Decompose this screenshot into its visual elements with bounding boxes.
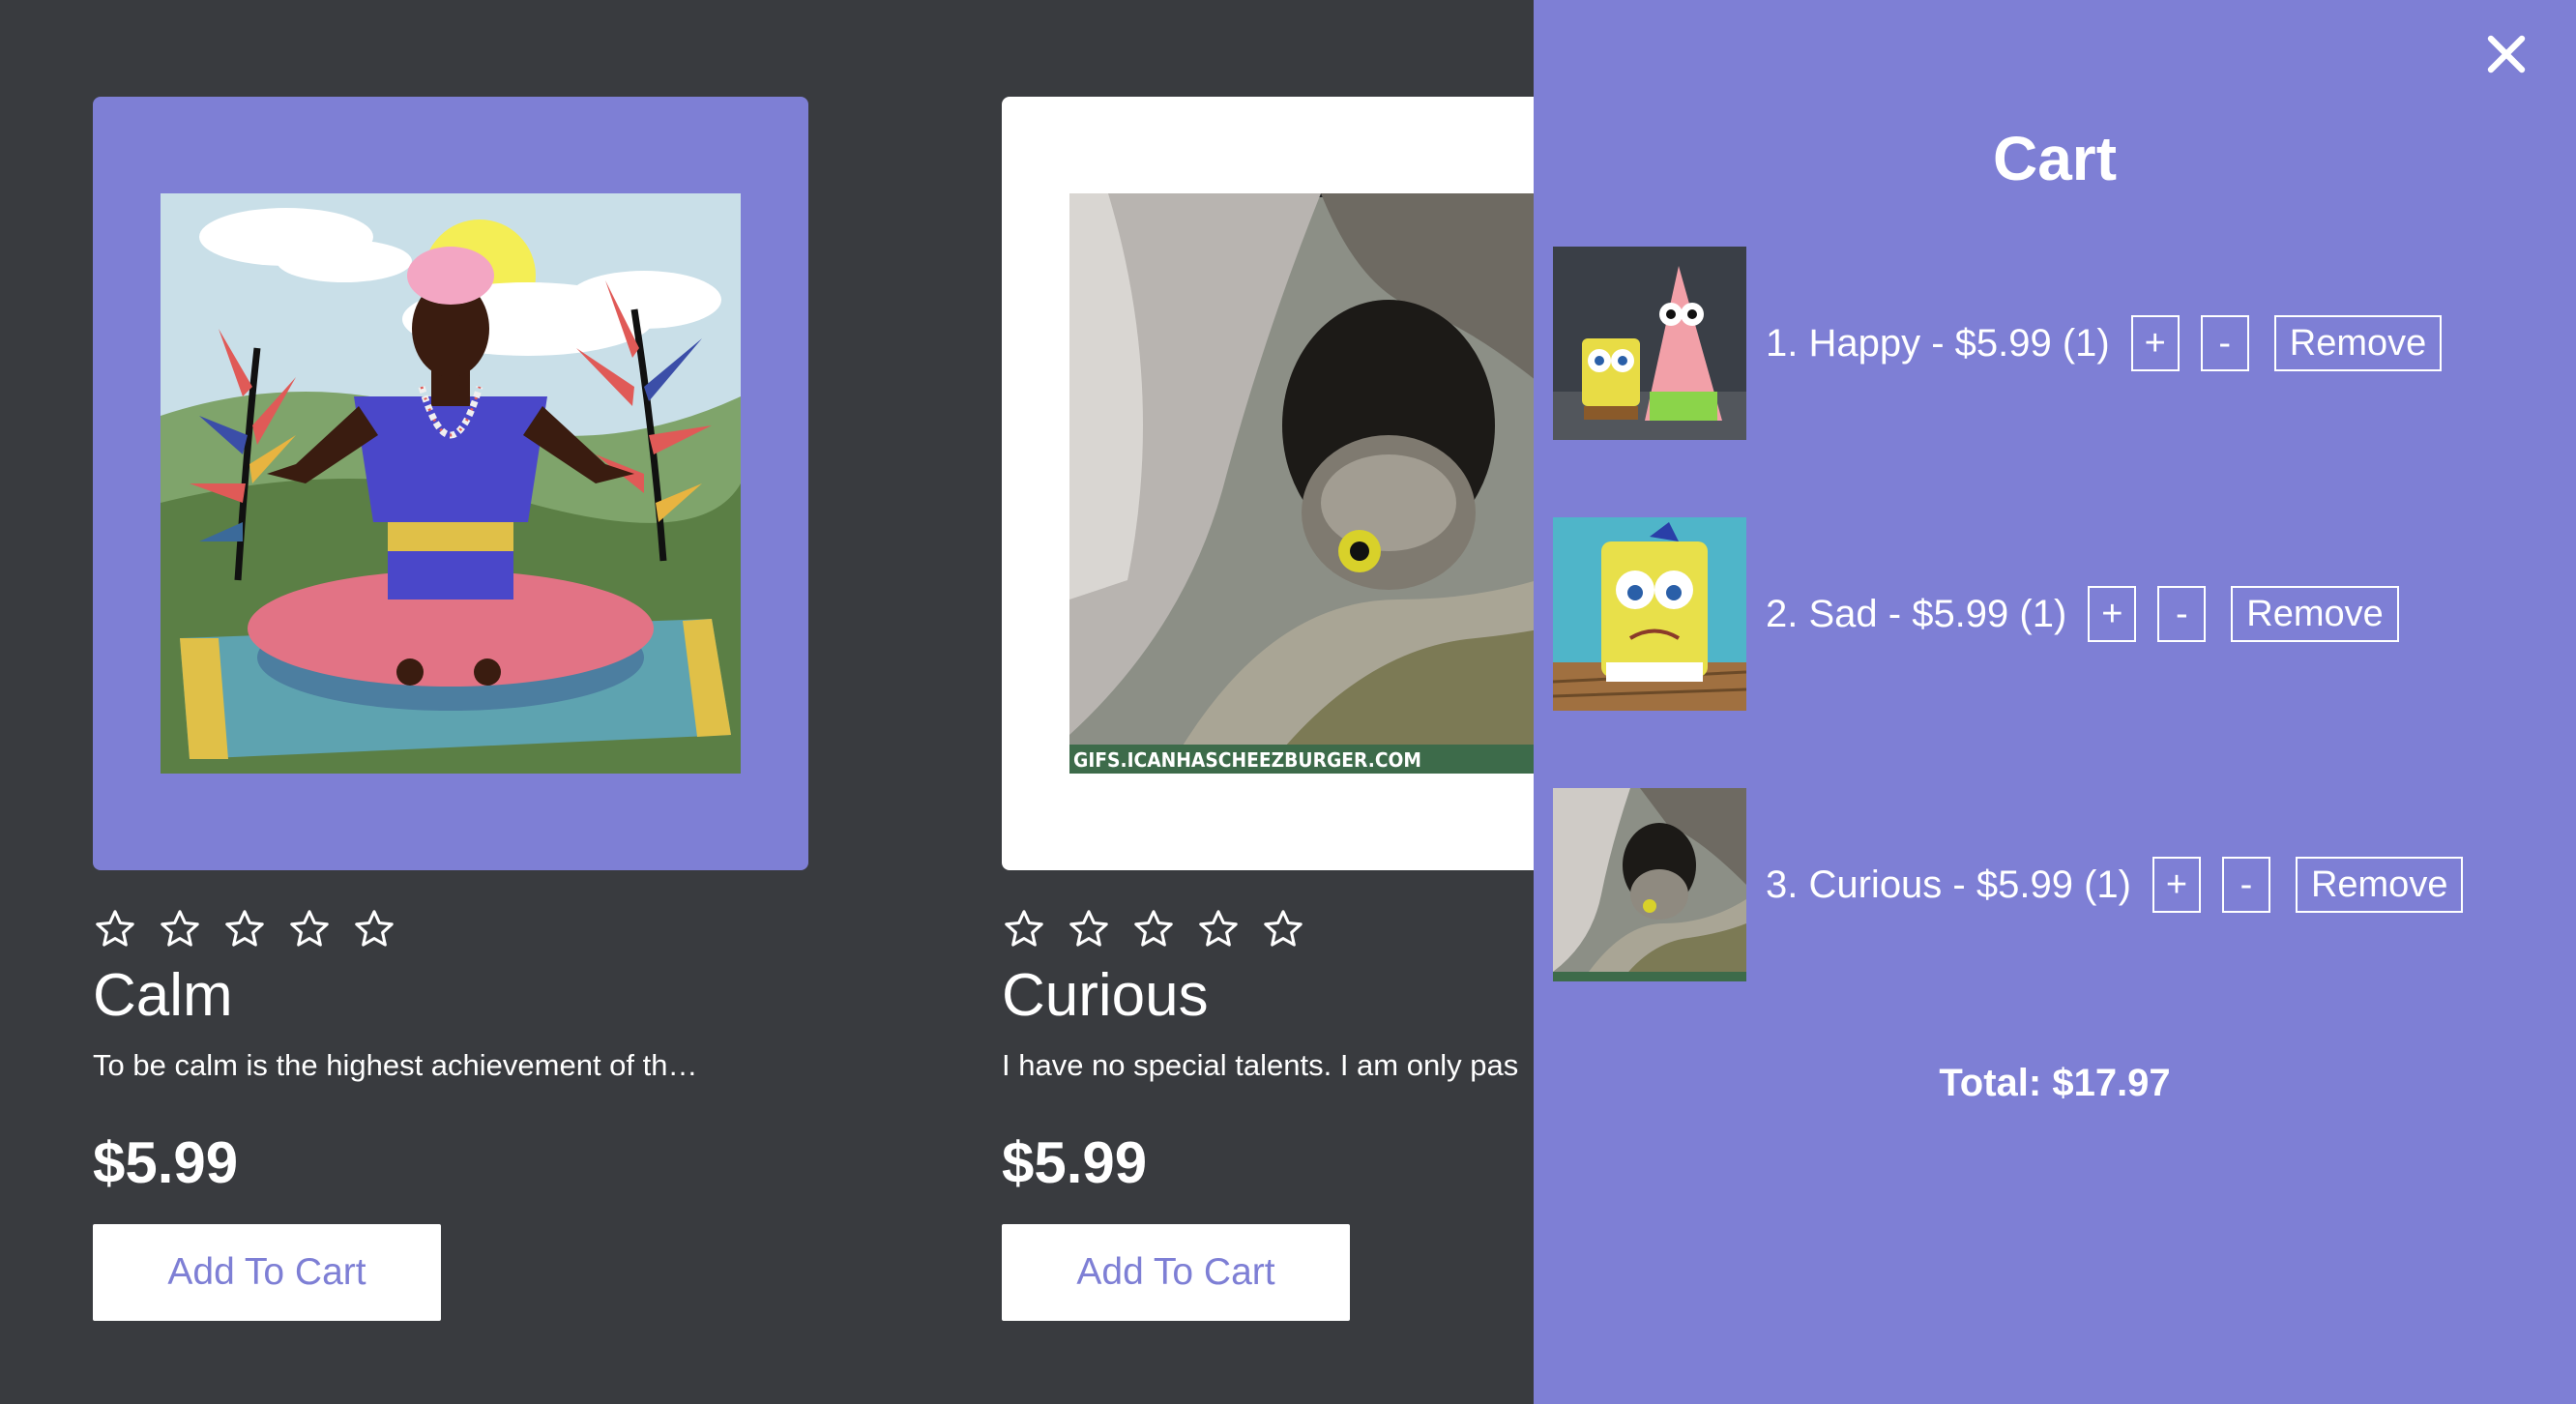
star-icon[interactable] (1196, 907, 1241, 951)
product-name: Calm (93, 962, 233, 1029)
cart-item: 3. Curious - $5.99 (1) + - Remove (1553, 788, 2464, 981)
cart-title: Cart (1992, 124, 2118, 193)
cart-total: Total: $17.97 (1939, 1062, 2171, 1104)
cart-panel: Cart 1. Happy - $5.99 (1) + - Remove 2. … (1534, 0, 2576, 1404)
shop-page: Calm To be calm is the highest achieveme… (0, 0, 2576, 1404)
star-icon[interactable] (93, 907, 137, 951)
cart-item-thumbnail (1553, 247, 1746, 440)
remove-item-button[interactable]: Remove (2231, 586, 2399, 642)
cart-item-thumbnail (1553, 517, 1746, 711)
add-to-cart-button[interactable]: Add To Cart (1002, 1224, 1350, 1321)
decrease-quantity-button[interactable]: - (2157, 586, 2207, 642)
add-to-cart-button[interactable]: Add To Cart (93, 1224, 441, 1321)
star-icon[interactable] (352, 907, 396, 951)
star-icon[interactable] (1067, 907, 1111, 951)
star-icon[interactable] (158, 907, 202, 951)
product-card-calm: Calm To be calm is the highest achieveme… (93, 97, 808, 1321)
meditation-illustration[interactable] (161, 193, 741, 774)
decrease-quantity-button[interactable]: - (2200, 315, 2249, 371)
close-icon[interactable] (2483, 31, 2530, 77)
star-icon[interactable] (1131, 907, 1176, 951)
image-watermark: GIFS.ICANHASCHEEZBURGER.COM (1073, 748, 1421, 772)
star-icon[interactable] (1261, 907, 1305, 951)
rating-stars[interactable] (93, 907, 808, 957)
increase-quantity-button[interactable]: + (2088, 586, 2137, 642)
remove-item-button[interactable]: Remove (2295, 857, 2464, 913)
remove-item-button[interactable]: Remove (2273, 315, 2443, 371)
product-description: To be calm is the highest achievement of… (93, 1048, 698, 1082)
product-image-frame (93, 97, 808, 870)
cart-item: 2. Sad - $5.99 (1) + - Remove (1553, 517, 2399, 711)
star-icon[interactable] (222, 907, 267, 951)
product-price: $5.99 (93, 1130, 239, 1195)
cart-item-line: 1. Happy - $5.99 (1) (1766, 321, 2110, 365)
cart-item: 1. Happy - $5.99 (1) + - Remove (1553, 247, 2443, 440)
star-icon[interactable] (287, 907, 332, 951)
star-icon[interactable] (1002, 907, 1046, 951)
cart-item-thumbnail (1553, 788, 1746, 981)
increase-quantity-button[interactable]: + (2152, 857, 2201, 913)
cart-item-line: 3. Curious - $5.99 (1) (1766, 863, 2131, 906)
decrease-quantity-button[interactable]: - (2221, 857, 2270, 913)
increase-quantity-button[interactable]: + (2130, 315, 2180, 371)
cart-item-line: 2. Sad - $5.99 (1) (1766, 592, 2067, 635)
